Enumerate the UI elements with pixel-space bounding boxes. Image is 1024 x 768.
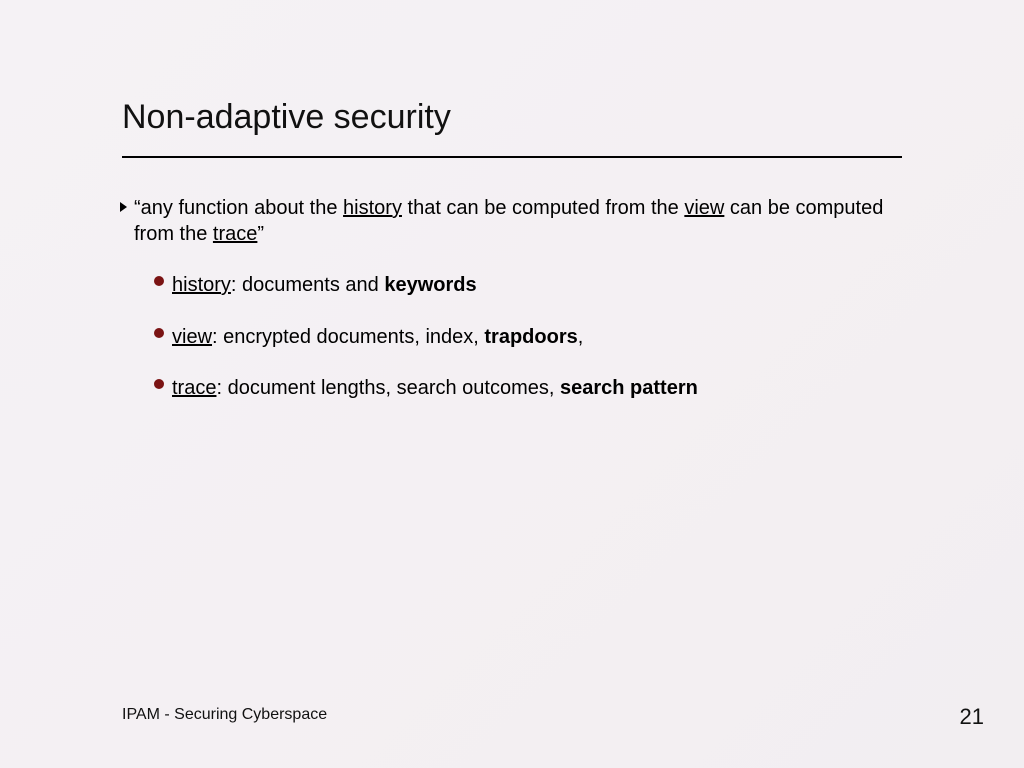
page-number: 21	[960, 704, 984, 730]
text-fragment: ,	[578, 326, 584, 348]
bold-term: trapdoors	[484, 326, 577, 348]
sub-point-trace: trace: document lengths, search outcomes…	[154, 376, 912, 402]
bullet-icon	[154, 328, 164, 338]
bullet-icon	[154, 276, 164, 286]
underlined-term: history	[172, 274, 231, 296]
text-fragment: that can be computed from the	[402, 197, 684, 219]
underlined-term: trace	[213, 223, 257, 245]
text-fragment: ”	[257, 223, 264, 245]
text-fragment: : encrypted documents, index,	[212, 326, 484, 348]
underlined-term: view	[172, 326, 212, 348]
underlined-term: history	[343, 197, 402, 219]
bold-term: search pattern	[560, 377, 698, 399]
slide-title: Non-adaptive security	[122, 98, 451, 137]
slide: Non-adaptive security “any function abou…	[0, 0, 1024, 768]
bold-term: keywords	[384, 274, 476, 296]
sub-point-view: view: encrypted documents, index, trapdo…	[154, 325, 912, 351]
title-rule	[122, 156, 902, 158]
underlined-term: view	[684, 197, 724, 219]
text-fragment: “any function about the	[134, 197, 343, 219]
main-point: “any function about the history that can…	[122, 196, 912, 247]
text-fragment: : documents and	[231, 274, 384, 296]
bullet-icon	[154, 379, 164, 389]
sub-point-history: history: documents and keywords	[154, 273, 912, 299]
footer-text: IPAM - Securing Cyberspace	[122, 706, 327, 724]
slide-content: “any function about the history that can…	[122, 196, 912, 416]
arrow-icon	[120, 202, 127, 212]
text-fragment: : document lengths, search outcomes,	[216, 377, 560, 399]
underlined-term: trace	[172, 377, 216, 399]
